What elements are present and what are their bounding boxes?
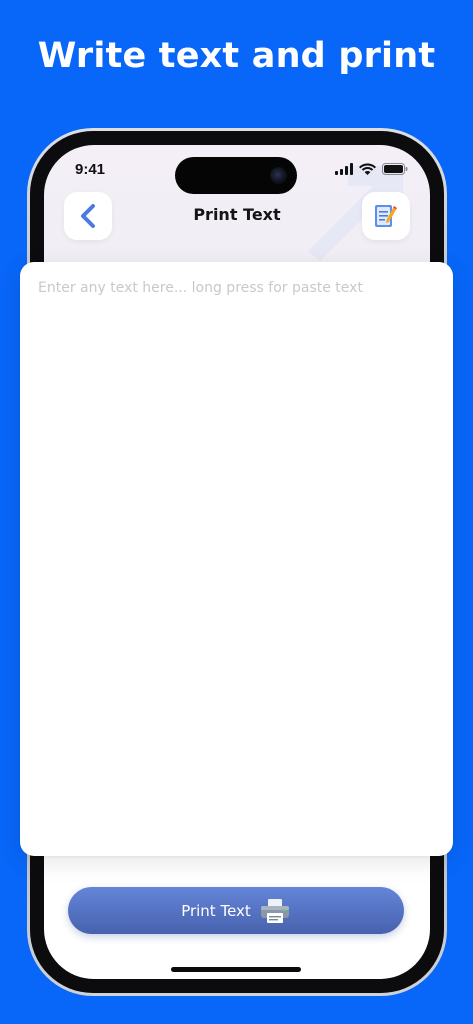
printer-icon: [260, 898, 289, 923]
notes-button[interactable]: [362, 192, 410, 240]
status-icons: [335, 163, 408, 175]
promo-headline: Write text and print: [37, 36, 436, 76]
home-indicator: [171, 967, 301, 972]
editor-card: [20, 262, 453, 856]
print-text-button[interactable]: Print Text: [68, 887, 404, 934]
dynamic-island: [175, 157, 297, 194]
notepad-pencil-icon: [375, 205, 397, 227]
status-time: 9:41: [75, 161, 106, 178]
battery-icon: [382, 163, 408, 175]
text-editor-input[interactable]: [38, 280, 435, 838]
wifi-icon: [359, 163, 376, 175]
cellular-signal-icon: [335, 163, 353, 175]
camera-icon: [270, 167, 287, 184]
print-button-label: Print Text: [181, 901, 251, 920]
